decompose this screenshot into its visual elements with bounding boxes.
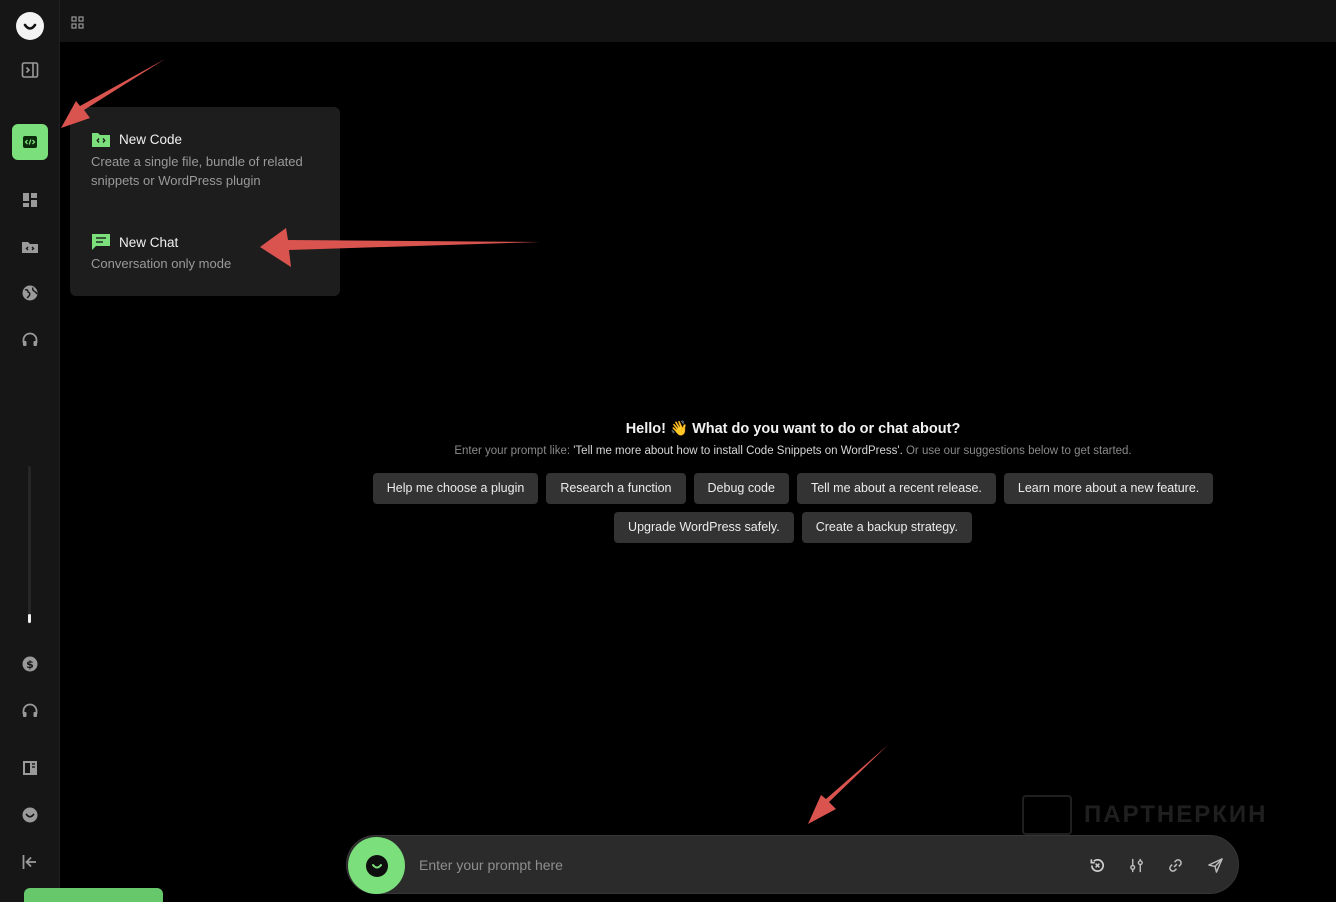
welcome-hint: Enter your prompt like: 'Tell me more ab… <box>285 445 1301 457</box>
collapse-left-icon[interactable] <box>12 844 48 880</box>
suggestion-chips: Help me choose a plugin Research a funct… <box>285 473 1301 543</box>
book-icon[interactable] <box>12 750 48 786</box>
suggestion-chip[interactable]: Create a backup strategy. <box>801 512 972 543</box>
suggestion-chip[interactable]: Learn more about a new feature. <box>1003 473 1214 504</box>
prompt-input[interactable] <box>419 852 1059 878</box>
top-bar <box>60 0 1336 42</box>
settings-sliders-icon[interactable] <box>1126 855 1146 875</box>
suggestion-chip[interactable]: Debug code <box>693 473 789 504</box>
headphones-icon[interactable] <box>12 693 48 729</box>
assistant-avatar-icon[interactable] <box>348 837 405 894</box>
app-window: $ New Code Create a single file, bundle … <box>0 0 1336 902</box>
link-icon[interactable] <box>1165 855 1185 875</box>
globe-icon[interactable] <box>12 275 48 311</box>
code-folder-icon <box>91 130 111 148</box>
menu-item-desc: Create a single file, bundle of related … <box>91 154 303 188</box>
send-icon[interactable] <box>1205 855 1225 875</box>
suggestion-chip[interactable]: Help me choose a plugin <box>372 473 539 504</box>
sidebar-scrollbar[interactable] <box>28 466 31 624</box>
new-item-menu: New Code Create a single file, bundle of… <box>70 107 340 296</box>
panel-right-icon[interactable] <box>12 52 48 88</box>
menu-item-title: New Chat <box>119 234 179 250</box>
watermark: ПАРТНЕРКИН <box>1022 795 1268 835</box>
sidebar: $ <box>0 0 163 902</box>
svg-text:$: $ <box>26 658 34 671</box>
hint-prefix: Enter your prompt like: <box>454 445 574 457</box>
suggestion-chip[interactable]: Tell me about a recent release. <box>796 473 996 504</box>
dashboard-icon[interactable] <box>12 182 48 218</box>
headphones-icon[interactable] <box>12 322 48 358</box>
watermark-text: ПАРТНЕРКИН <box>1084 801 1268 828</box>
hint-example: 'Tell me more about how to install Code … <box>573 445 903 457</box>
annotation-arrow <box>808 745 888 824</box>
suggestion-chip[interactable]: Upgrade WordPress safely. <box>614 512 794 543</box>
sidebar-bottom-tab[interactable] <box>24 888 163 902</box>
code-folder-icon[interactable] <box>12 229 48 265</box>
grid-icon[interactable] <box>68 13 86 31</box>
welcome-heading: Hello! 👋 What do you want to do or chat … <box>625 421 961 437</box>
sidebar-scroll-thumb[interactable] <box>28 614 31 623</box>
menu-item-desc: Conversation only mode <box>91 256 232 271</box>
menu-item-new-chat[interactable]: New Chat Conversation only mode <box>91 233 326 273</box>
smile-logo-icon[interactable] <box>16 12 44 40</box>
welcome-section: Hello! 👋 What do you want to do or chat … <box>285 420 1301 543</box>
dollar-icon[interactable]: $ <box>12 646 48 682</box>
menu-item-title: New Code <box>119 131 183 147</box>
history-reset-icon[interactable] <box>1087 855 1107 875</box>
suggestion-chip[interactable]: Research a function <box>546 473 686 504</box>
prompt-bar <box>346 835 1239 894</box>
smile-icon[interactable] <box>12 797 48 833</box>
hint-suffix: Or use our suggestions below to get star… <box>902 445 1132 457</box>
watermark-logo-icon <box>1022 795 1072 835</box>
chat-icon <box>91 233 111 251</box>
code-icon[interactable] <box>12 124 48 160</box>
menu-item-new-code[interactable]: New Code Create a single file, bundle of… <box>91 130 326 190</box>
